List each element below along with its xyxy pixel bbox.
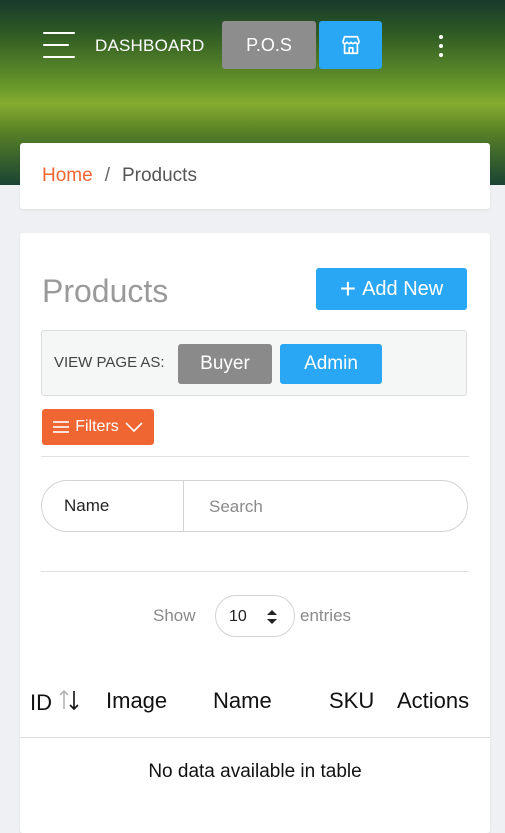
sort-icon (59, 689, 79, 711)
add-new-label: Add New (362, 277, 444, 300)
breadcrumb-separator: / (104, 165, 110, 186)
breadcrumb-home-link[interactable]: Home (42, 165, 93, 187)
search-field-group: Name (41, 480, 468, 532)
products-card: Products + Add New VIEW PAGE AS: Buyer A… (20, 233, 490, 833)
entries-value: 10 (229, 608, 247, 625)
table-divider (20, 737, 490, 738)
column-header-image[interactable]: Image (106, 688, 167, 714)
entries-label: entries (300, 606, 352, 625)
breadcrumb-current: Products (121, 165, 197, 186)
add-new-button[interactable]: + Add New (316, 268, 467, 310)
hamburger-icon[interactable] (43, 32, 75, 58)
column-header-name[interactable]: Name (213, 688, 272, 714)
store-icon (341, 35, 360, 55)
view-as-panel: VIEW PAGE AS: Buyer Admin (41, 330, 467, 396)
divider (41, 456, 469, 457)
dashboard-title[interactable]: DASHBOARD (95, 36, 205, 56)
search-field-label[interactable]: Name (64, 496, 109, 516)
filters-button[interactable]: Filters (42, 409, 154, 445)
store-button[interactable] (319, 21, 382, 69)
column-header-actions[interactable]: Actions (397, 688, 469, 714)
buyer-view-button[interactable]: Buyer (178, 344, 272, 384)
sort-arrows-icon (267, 610, 277, 624)
column-header-sku[interactable]: SKU (329, 688, 374, 714)
filters-label: Filters (75, 418, 119, 435)
column-header-id[interactable]: ID (30, 688, 80, 716)
admin-view-button[interactable]: Admin (280, 344, 382, 384)
page-title: Products (42, 273, 169, 309)
list-icon (53, 421, 70, 433)
divider (41, 571, 469, 572)
show-label: Show (153, 606, 196, 625)
entries-select[interactable]: 10 (215, 595, 295, 637)
view-as-label: VIEW PAGE AS: (54, 354, 165, 371)
search-separator (183, 481, 184, 531)
kebab-menu-icon[interactable] (432, 33, 450, 59)
search-input[interactable] (189, 483, 467, 531)
chevron-down-icon (125, 422, 143, 432)
column-header-id-label: ID (30, 690, 52, 715)
empty-table-message: No data available in table (148, 761, 362, 782)
plus-icon: + (339, 273, 357, 304)
breadcrumb: Home / Products (20, 143, 490, 209)
pos-button[interactable]: P.O.S (222, 21, 316, 69)
